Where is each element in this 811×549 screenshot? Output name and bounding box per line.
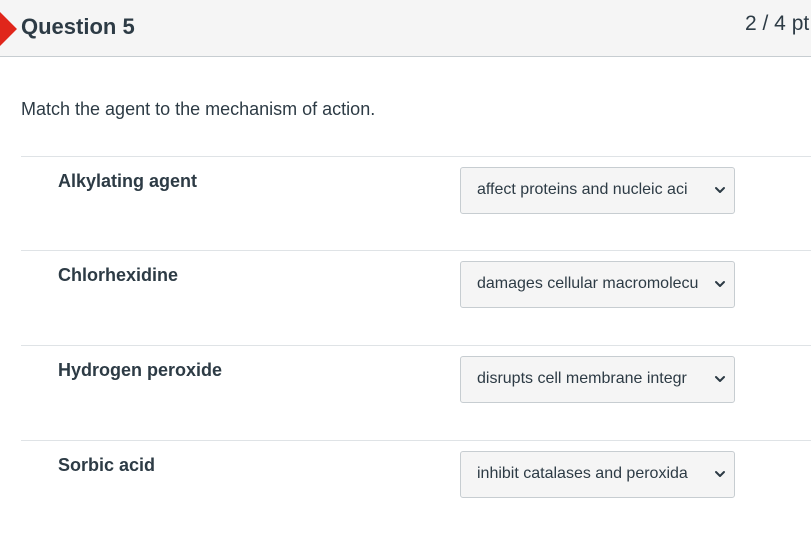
question-title: Question 5 xyxy=(21,14,135,39)
match-row: Hydrogen peroxide disrupts cell membrane… xyxy=(21,345,811,440)
match-answer-select[interactable]: inhibit catalases and peroxida xyxy=(460,451,735,498)
match-agent-label: Alkylating agent xyxy=(58,171,198,191)
match-answer-value: affect proteins and nucleic aci xyxy=(477,181,688,198)
match-answer-value: inhibit catalases and peroxida xyxy=(477,465,688,482)
chevron-down-icon xyxy=(715,281,725,287)
match-answer-select[interactable]: damages cellular macromolecu xyxy=(460,261,735,308)
match-row: Chlorhexidine damages cellular macromole… xyxy=(21,250,811,345)
match-answer-select[interactable]: affect proteins and nucleic aci xyxy=(460,167,735,214)
match-agent-label: Chlorhexidine xyxy=(58,265,179,285)
chevron-down-icon xyxy=(715,187,725,193)
match-answer-select[interactable]: disrupts cell membrane integr xyxy=(460,356,735,403)
match-agent-label: Hydrogen peroxide xyxy=(58,360,223,380)
match-agent-label: Sorbic acid xyxy=(58,455,156,475)
quiz-page: Question 5 2 / 4 pt Match the agent to t… xyxy=(0,0,811,549)
question-points: 2 / 4 pt xyxy=(745,12,810,35)
question-header: Question 5 2 / 4 pt xyxy=(0,0,811,57)
chevron-down-icon xyxy=(715,376,725,382)
match-answer-value: disrupts cell membrane integr xyxy=(477,370,687,387)
match-row: Sorbic acid inhibit catalases and peroxi… xyxy=(21,440,811,535)
flag-icon xyxy=(0,12,17,46)
chevron-down-icon xyxy=(715,471,725,477)
match-answer-value: damages cellular macromolecu xyxy=(477,275,699,292)
match-row: Alkylating agent affect proteins and nuc… xyxy=(21,156,811,251)
question-prompt: Match the agent to the mechanism of acti… xyxy=(21,99,376,119)
